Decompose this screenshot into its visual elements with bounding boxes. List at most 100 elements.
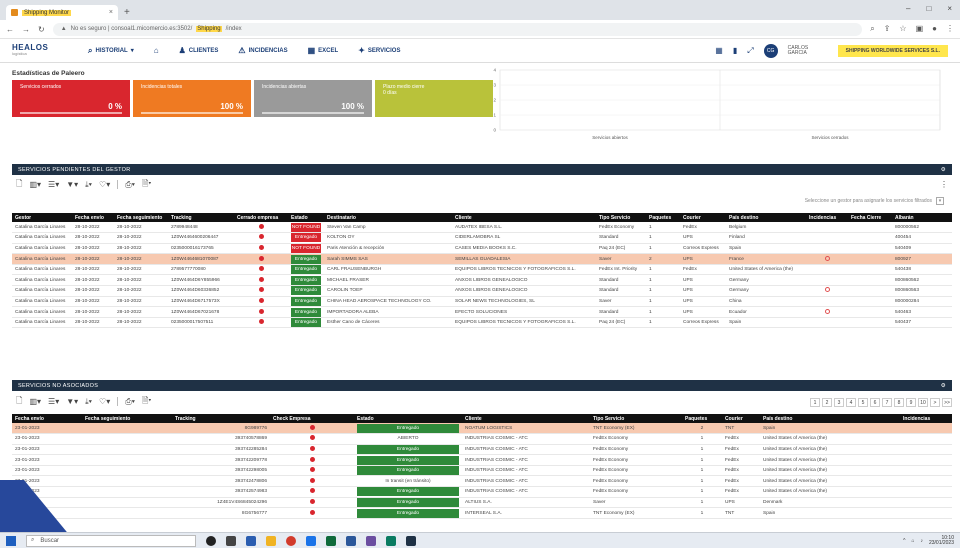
col-header[interactable]: Courier [680, 213, 726, 222]
app2-icon[interactable] [386, 535, 396, 546]
teams-icon[interactable] [366, 535, 376, 546]
table-row[interactable]: Catalina García Linares 28-10-2022 28-10-2… [12, 285, 952, 297]
menu-icon[interactable]: ⋮ [946, 24, 954, 34]
table-row[interactable]: Catalina García Linares 28-10-2022 28-10-2… [12, 253, 952, 265]
heart-icon[interactable]: ♡▾ [99, 397, 110, 406]
table-row[interactable]: Catalina García Linares 28-10-2022 28-10-2… [12, 264, 952, 276]
card-incidencias-totales[interactable]: Incidencias totales 100 % [133, 80, 251, 117]
col-header[interactable]: Fecha envío [12, 414, 82, 423]
settings-icon[interactable]: ⚙ [941, 167, 946, 173]
status-dot-icon[interactable] [309, 424, 315, 430]
maximize-icon[interactable]: □ [926, 4, 931, 13]
col-header[interactable]: Tipo Servicio [590, 414, 682, 423]
status-dot-icon[interactable] [258, 276, 264, 282]
status-dot-icon[interactable] [258, 223, 264, 229]
nav-incidencias[interactable]: ⚠ INCIDENCIAS [238, 46, 287, 55]
back-icon[interactable]: ← [6, 25, 14, 34]
page-button[interactable]: 6 [870, 398, 880, 407]
app3-icon[interactable] [406, 535, 416, 546]
page-button[interactable]: 2 [822, 398, 832, 407]
incident-icon[interactable] [824, 308, 830, 314]
col-header[interactable]: Courier [722, 414, 760, 423]
page-icon[interactable]: 🗎▾ [142, 178, 151, 192]
table-row[interactable]: 23-01-2023 393742298005 Entregado INDUSTRIA… [12, 465, 952, 477]
close-tab-icon[interactable]: × [109, 9, 113, 16]
filter-icon[interactable]: ▼▾ [66, 180, 78, 189]
card-plazo-medio[interactable]: Plazo medio cierre 0 días [375, 80, 493, 117]
edge-icon[interactable] [306, 535, 316, 546]
incident-icon[interactable] [824, 287, 830, 293]
export-icon[interactable]: ⤓▾ [85, 180, 92, 190]
col-header[interactable]: Fecha seguimiento [82, 414, 172, 423]
col-header[interactable]: Cliente [462, 414, 590, 423]
table-row[interactable]: 23-01-2023 393742209778 Entregado INDUSTRIA… [12, 454, 952, 466]
col-header[interactable]: Gestor [12, 213, 72, 222]
volume-icon[interactable]: ♪ [920, 538, 923, 544]
col-header[interactable]: Tracking [168, 213, 234, 222]
forward-icon[interactable]: → [22, 25, 30, 34]
reload-icon[interactable]: ↻ [38, 25, 45, 34]
new-icon[interactable]: 🗋 [16, 395, 22, 409]
col-header[interactable]: Destinatario [324, 213, 452, 222]
col-header[interactable]: Check Empresa [270, 414, 354, 423]
windows-start-icon[interactable] [6, 535, 16, 546]
table-row[interactable]: 23-01-2023 393742478806 In transit (en trá… [12, 475, 952, 488]
new-tab-icon[interactable]: + [124, 5, 130, 20]
nav-home[interactable]: ⌂ [154, 46, 159, 55]
col-header[interactable]: Tipo Servicio [596, 213, 646, 222]
table-row[interactable]: Catalina García Linares 28-10-2022 28-10-2… [12, 306, 952, 318]
table-row[interactable]: Catalina García Linares 28-10-2022 28-10-2… [12, 296, 952, 308]
clock[interactable]: 10:10 23/01/2023 [929, 535, 954, 546]
cortana-icon[interactable] [206, 535, 216, 546]
col-header[interactable]: Albarán [892, 213, 952, 222]
col-header[interactable]: Fecha envío [72, 213, 114, 222]
fullscreen-icon[interactable]: ⤢ [747, 46, 753, 56]
settings-icon[interactable]: ⚙ [941, 383, 946, 389]
export-icon[interactable]: ⤓▾ [85, 397, 92, 407]
excel-icon[interactable] [326, 535, 336, 546]
rows-icon[interactable]: ☰▾ [48, 180, 59, 189]
table-row[interactable]: 23-01-2023 8G989776 Entregado NOATUM LOGIST… [12, 423, 952, 435]
app-logo[interactable]: HEALOS logística [12, 43, 70, 57]
col-header[interactable]: Paquetes [646, 213, 680, 222]
page-button[interactable]: 9 [906, 398, 916, 407]
more-icon[interactable]: ⋮ [940, 180, 948, 189]
status-dot-icon[interactable] [258, 244, 264, 250]
status-dot-icon[interactable] [309, 435, 315, 441]
page-button[interactable]: 4 [846, 398, 856, 407]
chrome-icon[interactable] [286, 535, 296, 546]
page-button[interactable]: 7 [882, 398, 892, 407]
page-button[interactable]: >> [942, 398, 952, 407]
rows-icon[interactable]: ☰▾ [48, 397, 59, 406]
col-header[interactable]: Paquetes [682, 414, 722, 423]
print-icon[interactable]: ⎙▾ [125, 397, 135, 407]
nav-servicios[interactable]: ✦ SERVICIOS [358, 46, 400, 55]
status-dot-icon[interactable] [309, 488, 315, 494]
status-dot-icon[interactable] [258, 297, 264, 303]
status-dot-icon[interactable] [309, 445, 315, 451]
page-button[interactable]: 5 [858, 398, 868, 407]
extensions-icon[interactable]: ▣ [916, 24, 924, 34]
page-button[interactable]: 8 [894, 398, 904, 407]
nav-clientes[interactable]: ♟ CLIENTES [179, 46, 219, 55]
page-button[interactable]: > [930, 398, 940, 407]
taskbar-search[interactable]: ⌕ Buscar [26, 534, 196, 547]
table-row[interactable]: 23-01-2023 393740578869 ABIERTO INDUSTRIAS … [12, 433, 952, 445]
task-view-icon[interactable] [226, 535, 236, 546]
status-dot-icon[interactable] [258, 308, 264, 314]
card-incidencias-abiertas[interactable]: Incidencias abiertas 100 % [254, 80, 372, 117]
table-row[interactable]: 23-01-2023 393742285284 Entregado INDUSTRIA… [12, 444, 952, 456]
close-window-icon[interactable]: × [947, 4, 952, 13]
word-icon[interactable] [346, 535, 356, 546]
col-header[interactable]: Cerrado empresa [234, 213, 288, 222]
filter-icon[interactable]: ▼▾ [66, 397, 78, 406]
col-header[interactable]: País destino [726, 213, 806, 222]
col-header[interactable]: Cliente [452, 213, 596, 222]
card-servicios-cerrados[interactable]: Servicios cerrados 0 % [12, 80, 130, 117]
browser-tab[interactable]: Shipping Monitor × [6, 5, 118, 20]
col-header[interactable]: Incidencias [900, 414, 952, 423]
col-header[interactable]: País destino [760, 414, 900, 423]
col-header[interactable]: Estado [354, 414, 462, 423]
status-dot-icon[interactable] [309, 498, 315, 504]
tray-arrow-icon[interactable]: ^ [903, 538, 905, 544]
